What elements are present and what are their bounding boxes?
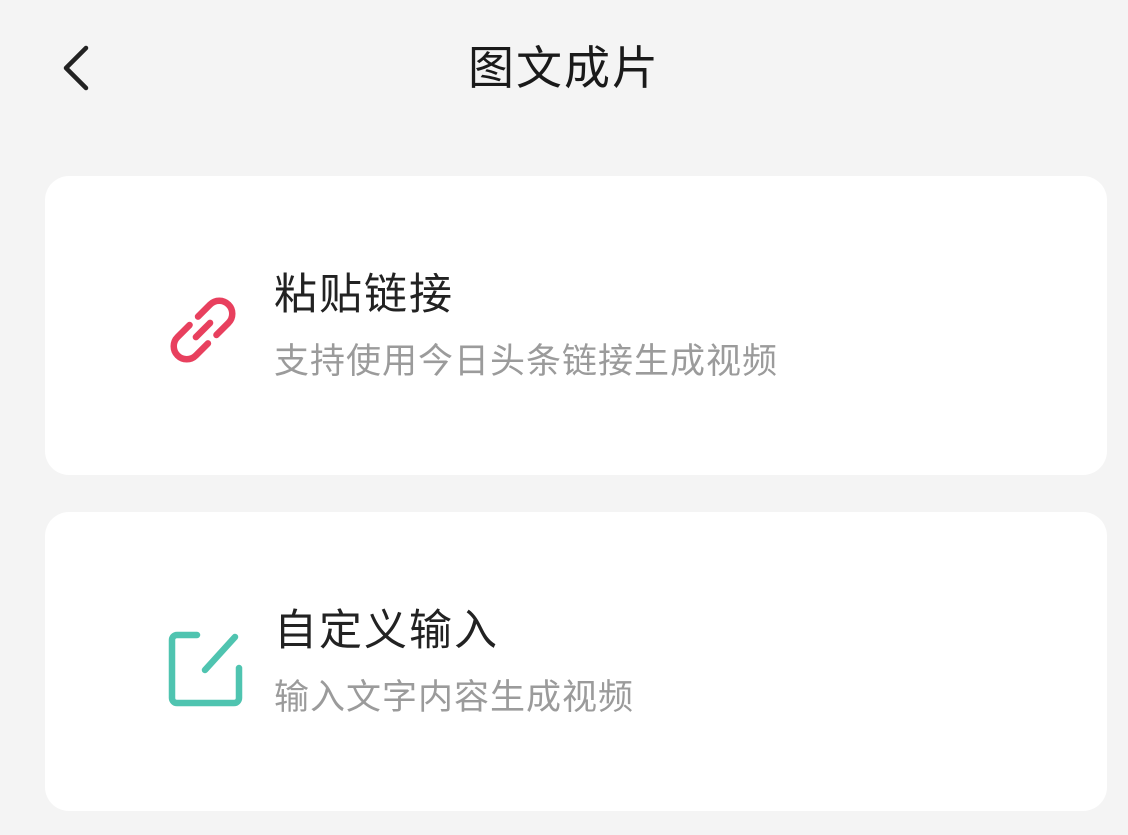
custom-input-title: 自定义输入	[274, 606, 499, 656]
edit-icon	[168, 631, 243, 707]
custom-input-subtitle: 输入文字内容生成视频	[274, 678, 635, 718]
custom-input-card[interactable]: 自定义输入 输入文字内容生成视频	[45, 512, 1107, 811]
link-icon	[170, 297, 236, 363]
paste-link-card[interactable]: 粘贴链接 支持使用今日头条链接生成视频	[45, 176, 1107, 475]
header-bar: 图文成片	[0, 0, 1128, 140]
edit-icon-wrapper	[153, 616, 253, 716]
page-title: 图文成片	[468, 41, 660, 95]
link-icon-wrapper	[153, 280, 253, 380]
paste-link-subtitle: 支持使用今日头条链接生成视频	[274, 342, 779, 382]
paste-link-title: 粘贴链接	[274, 270, 454, 320]
